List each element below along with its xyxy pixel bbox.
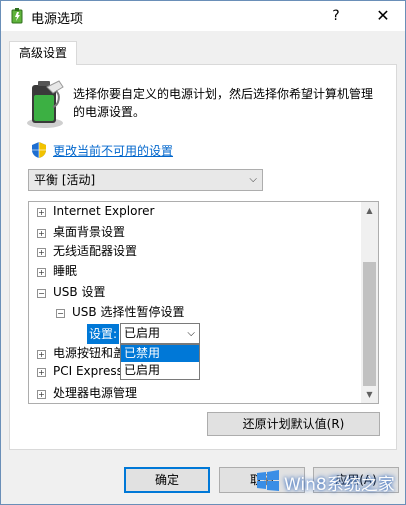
scroll-up-icon[interactable]: ▲ — [361, 202, 378, 219]
tree-item-label: Internet Explorer — [53, 204, 155, 218]
setting-value-label: 设置: — [87, 324, 120, 344]
expand-icon[interactable]: + — [37, 208, 46, 217]
tree-item-sleep[interactable]: + 睡眠 — [37, 262, 77, 282]
expand-icon[interactable]: + — [37, 350, 46, 359]
expand-icon[interactable]: + — [37, 268, 46, 277]
settings-tree[interactable]: + Internet Explorer + 桌面背景设置 + 无线适配器设置 + 睡眠 … — [28, 201, 379, 404]
tree-item-label: 无线适配器设置 — [53, 244, 138, 258]
chevron-down-icon: ⌵ — [249, 174, 257, 185]
tree-item-label: 电源按钮和盖 — [53, 346, 126, 360]
expand-icon[interactable]: + — [37, 390, 46, 399]
tree-item-label: 桌面背景设置 — [53, 225, 126, 239]
plan-description: 选择你要自定义的电源计划，然后选择你希望计算机管理的电源设置。 — [73, 87, 374, 119]
tree-item-wireless-adapter[interactable]: + 无线适配器设置 — [37, 242, 137, 262]
battery-icon — [27, 80, 64, 128]
help-button[interactable]: ? — [323, 5, 349, 27]
expand-icon[interactable]: + — [37, 368, 46, 377]
tree-item-desktop-background[interactable]: + 桌面背景设置 — [37, 223, 125, 243]
window-title: 电源选项 — [31, 12, 84, 27]
tree-item-usb-settings[interactable]: − USB 设置 — [37, 283, 105, 303]
shield-icon — [32, 142, 46, 158]
close-button[interactable]: ✕ — [365, 5, 401, 27]
dropdown-option-disabled[interactable]: 已禁用 — [121, 345, 199, 362]
tree-item-label: USB 设置 — [53, 285, 106, 299]
collapse-icon[interactable]: − — [56, 309, 65, 318]
usb-suspend-value: 已启用 — [124, 326, 161, 340]
tree-item-label: 睡眠 — [53, 264, 78, 278]
title-bar[interactable]: 电源选项 ? ✕ — [1, 1, 405, 31]
restore-defaults-button[interactable]: 还原计划默认值(R) — [207, 412, 380, 436]
tree-scrollbar[interactable]: ▲ ▼ — [361, 202, 378, 403]
value-dropdown-list[interactable]: 已禁用 已启用 — [120, 344, 200, 380]
power-plan-select[interactable]: 平衡 [活动] ⌵ — [28, 169, 263, 191]
expand-icon[interactable]: + — [37, 229, 46, 238]
chevron-down-icon: ⌵ — [187, 328, 195, 339]
tree-item-label: 处理器电源管理 — [53, 386, 138, 400]
tree-item-label: USB 选择性暂停设置 — [72, 305, 185, 319]
dropdown-option-enabled[interactable]: 已启用 — [121, 362, 199, 379]
expand-icon[interactable]: + — [37, 248, 46, 257]
tree-item-pci-express[interactable]: + PCI Express — [37, 364, 123, 384]
tree-item-processor-power[interactable]: + 处理器电源管理 — [37, 384, 138, 403]
tab-advanced-settings[interactable]: 高级设置 — [9, 41, 77, 65]
tree-item-power-buttons-lid[interactable]: + 电源按钮和盖 — [37, 344, 125, 364]
tree-item-usb-selective-suspend[interactable]: − USB 选择性暂停设置 — [56, 303, 184, 323]
windows-logo-icon — [257, 470, 279, 491]
tree-item-internet-explorer[interactable]: + Internet Explorer — [37, 204, 154, 224]
watermark: Win8系统之家 — [250, 458, 406, 502]
watermark-text: Win8系统之家 — [284, 475, 395, 495]
scroll-down-icon[interactable]: ▼ — [361, 386, 378, 403]
tree-item-label: PCI Express — [53, 364, 123, 378]
ok-button[interactable]: 确定 — [124, 467, 210, 493]
scrollbar-thumb[interactable] — [363, 262, 376, 386]
power-plan-value: 平衡 [活动] — [34, 173, 96, 187]
usb-suspend-value-select[interactable]: 已启用 ⌵ — [120, 323, 200, 344]
change-unavailable-settings-link[interactable]: 更改当前不可用的设置 — [53, 142, 173, 159]
power-options-icon — [11, 8, 23, 24]
power-options-window: 电源选项 ? ✕ 高级设置 选择你要自定义的电源计划，然后选择你希望计算机管理的… — [0, 0, 406, 505]
collapse-icon[interactable]: − — [37, 289, 46, 298]
